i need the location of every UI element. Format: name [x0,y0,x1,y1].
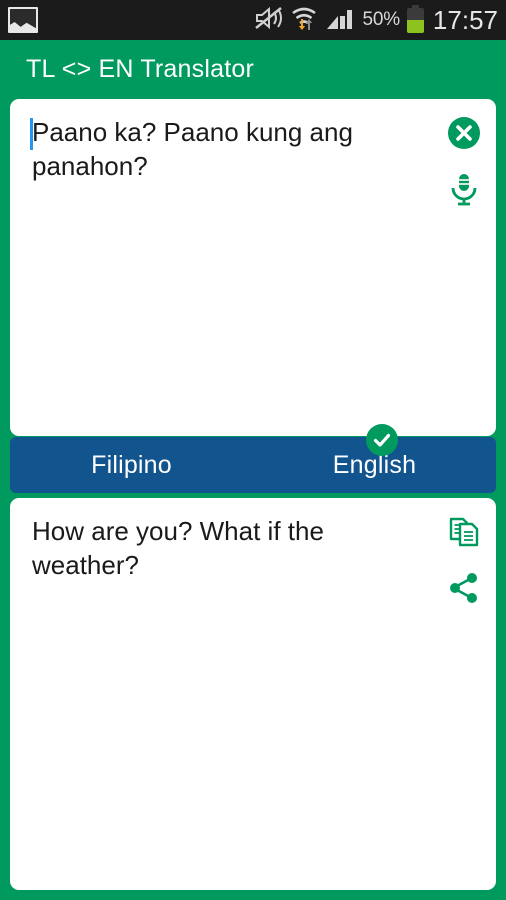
mute-vibrate-icon [253,5,283,36]
source-text-card[interactable]: Paano ka? Paano kung ang panahon? [10,99,496,436]
source-text-input[interactable]: Paano ka? Paano kung ang panahon? [32,115,430,183]
status-bar-notifications [0,7,253,33]
copy-icon[interactable] [444,512,484,552]
signal-bars-icon [325,5,355,36]
status-bar: 50% 17:57 [0,0,506,40]
translated-text: How are you? What if the weather? [32,516,332,580]
wifi-transfer-icon [290,5,318,36]
app-action-bar: TL <> EN Translator [0,40,506,98]
source-language-button[interactable]: Filipino [10,451,253,480]
battery-half-icon [406,4,424,33]
battery-percent-label: 50% [362,9,400,30]
status-bar-indicators: 50% 17:57 [253,4,506,36]
share-icon[interactable] [444,568,484,608]
clear-circle-x-icon[interactable] [444,113,484,153]
language-selector-bar[interactable]: Filipino English [10,437,496,493]
gallery-icon [8,7,38,33]
check-circle-icon [366,424,398,456]
status-bar-clock: 17:57 [432,4,498,35]
microphone-icon[interactable] [444,169,484,209]
source-card-actions [444,113,484,209]
target-card-actions [444,512,484,608]
target-language-button[interactable]: English [253,451,496,480]
app-title: TL <> EN Translator [26,54,254,83]
translated-text-card: How are you? What if the weather? [10,498,496,890]
phone-screen: 50% 17:57 TL <> EN Translator Paano ka? … [0,0,506,900]
